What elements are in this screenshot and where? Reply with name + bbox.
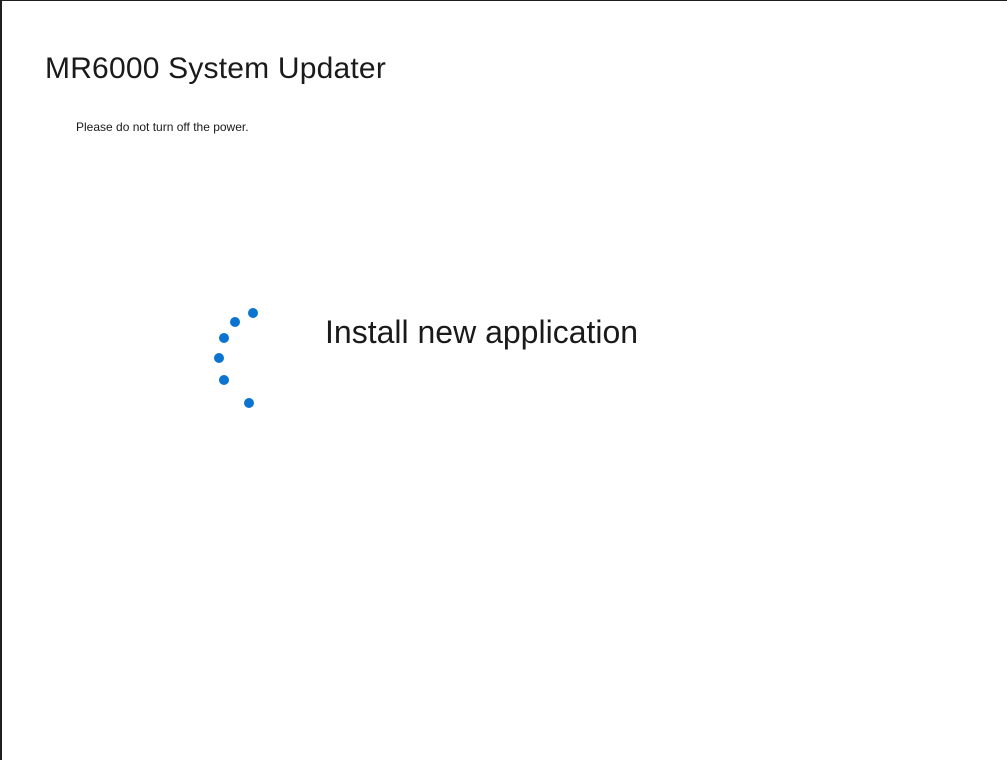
install-status-message: Install new application xyxy=(325,314,639,350)
spinner-dot xyxy=(214,353,224,363)
busy-spinner-icon xyxy=(207,301,267,413)
spinner-dot xyxy=(230,317,240,327)
app-title: MR6000 System Updater xyxy=(45,52,387,85)
spinner-dot xyxy=(219,333,229,343)
spinner-dot xyxy=(248,308,258,318)
spinner-dot xyxy=(244,398,254,408)
spinner-dot xyxy=(219,375,229,385)
power-warning-notice: Please do not turn off the power. xyxy=(76,120,249,134)
updater-window: MR6000 System Updater Please do not turn… xyxy=(0,0,1007,760)
